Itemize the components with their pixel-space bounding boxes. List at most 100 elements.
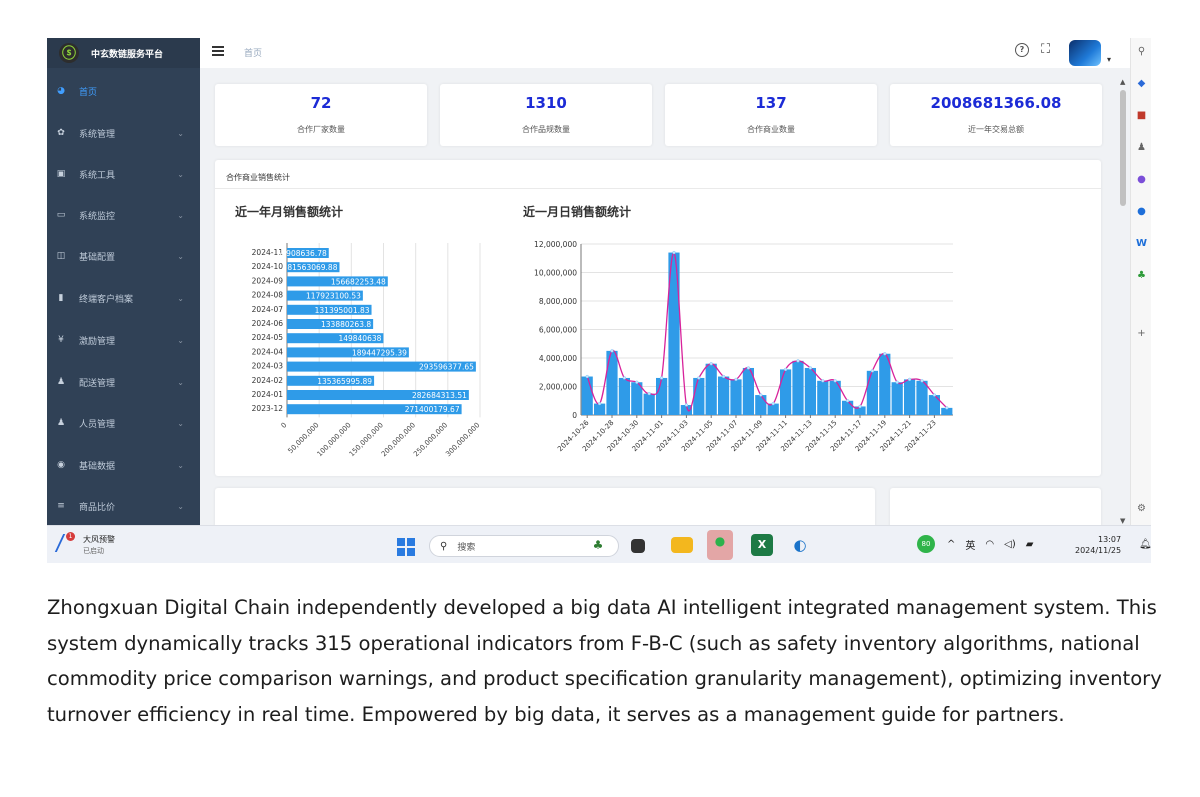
sidebar-item-8[interactable]: ♟ 人员管理 ⌄ — [47, 412, 200, 434]
sidebar-item-5[interactable]: ▮ 终端客户档案 ⌄ — [47, 287, 200, 309]
daily-sales-chart: 0 2,000,000 4,000,000 6,000,000 8,000,000 10,… — [534, 240, 953, 453]
briefcase-icon[interactable]: ■ — [1136, 110, 1147, 121]
x-tick-label: 50,000,000 — [287, 421, 321, 455]
y-tick-label: 2024-01 — [252, 390, 284, 399]
chevron-down-icon[interactable]: ⌄ — [177, 170, 184, 179]
scroll-up-icon[interactable]: ▲ — [1120, 78, 1125, 86]
scroll-down-icon[interactable]: ▼ — [1120, 517, 1125, 525]
volume-icon[interactable]: ◁) — [1004, 539, 1016, 550]
stat-label: 合作商业数量 — [747, 125, 795, 134]
warning-icon: 1 — [54, 532, 78, 552]
stat-value: 1310 — [525, 94, 567, 112]
sidebar-item-3[interactable]: ▭ 系统监控 ⌄ — [47, 204, 200, 226]
app-title: 中玄数链服务平台 — [91, 49, 164, 60]
sales-chart-panel: 合作商业销售统计 近一年月销售额统计 近一月日销售额统计 0 50,000,000… — [215, 160, 1101, 476]
bar — [643, 393, 655, 415]
x-tick-label: 0 — [280, 421, 289, 430]
sidebar-item-7[interactable]: ♟ 配送管理 ⌄ — [47, 371, 200, 393]
ime-indicator[interactable]: 英 — [965, 537, 975, 552]
outlook-icon[interactable]: ● — [1136, 206, 1147, 217]
tree-icon[interactable]: ♣ — [1136, 270, 1147, 281]
y-tick-label: 2024-04 — [252, 347, 284, 356]
chevron-down-icon[interactable]: ⌄ — [177, 211, 184, 220]
bar — [817, 380, 829, 415]
sidebar-item-10[interactable]: ≡ 商品比价 ⌄ — [47, 495, 200, 517]
user-icon: ♟ — [56, 377, 66, 387]
christmas-tree-icon[interactable]: ♣ — [587, 534, 609, 556]
clock[interactable]: 13:07 2024/11/25 — [1075, 534, 1121, 556]
chevron-down-icon[interactable]: ⌄ — [177, 419, 184, 428]
sidebar-item-6[interactable]: ¥ 激励管理 ⌄ — [47, 329, 200, 351]
bar — [904, 379, 916, 415]
stat-label: 近一年交易总额 — [968, 125, 1024, 134]
add-icon[interactable]: + — [1136, 328, 1147, 339]
wifi-icon[interactable]: ◠ — [985, 539, 994, 550]
user-icon: ♟ — [56, 418, 66, 428]
y-tick-label: 6,000,000 — [539, 326, 577, 335]
bar-value-label: 64908636.78 — [277, 249, 327, 258]
bar — [891, 382, 903, 415]
battery-icon[interactable]: ▰ — [1026, 539, 1034, 550]
bar-value-label: 131395001.83 — [315, 306, 370, 315]
bar — [581, 376, 593, 415]
line-point — [833, 379, 837, 383]
sidebar-item-0[interactable]: ◕ 首页 — [47, 80, 200, 102]
gear-icon: ✿ — [57, 128, 65, 138]
scroll-thumb[interactable] — [1120, 90, 1126, 206]
excel-icon[interactable]: X — [751, 534, 773, 556]
scrollbar[interactable]: ▲ ▼ — [1118, 78, 1128, 525]
wechat-icon[interactable]: ● — [707, 530, 733, 560]
app-logo[interactable]: ⓢ 中玄数链服务平台 — [47, 38, 200, 68]
person-icon[interactable]: ♟ — [1136, 142, 1147, 153]
chevron-down-icon[interactable]: ⌄ — [177, 502, 184, 511]
chevron-down-icon[interactable]: ▾ — [1107, 55, 1111, 64]
weather-warning[interactable]: 1 大风预警 已启动 — [54, 532, 115, 556]
line-point — [721, 374, 726, 379]
help-icon[interactable]: ? — [1015, 43, 1029, 57]
copilot-icon[interactable]: ● — [1136, 174, 1147, 185]
y-tick-label: 2024-02 — [252, 376, 284, 385]
warning-subtitle: 已启动 — [83, 547, 104, 555]
breadcrumb[interactable]: 首页 — [244, 46, 262, 59]
y-tick-label: 2024-06 — [252, 319, 284, 328]
word-icon[interactable]: W — [1136, 238, 1147, 249]
sidebar-item-1[interactable]: ✿ 系统管理 ⌄ — [47, 122, 200, 144]
notification-bell-icon[interactable]: 🔔︎ — [1139, 539, 1151, 550]
sidebar-item-label: 系统管理 — [79, 129, 116, 140]
bar — [879, 353, 891, 415]
folder-icon[interactable] — [671, 537, 693, 553]
edge-icon[interactable]: ◐ — [789, 534, 811, 556]
avatar[interactable]: ▾ — [1069, 40, 1111, 66]
daily-chart-title: 近一月日销售额统计 — [523, 205, 632, 219]
chevron-down-icon[interactable]: ⌄ — [177, 129, 184, 138]
chevron-down-icon[interactable]: ⌄ — [177, 378, 184, 387]
line-point — [622, 376, 627, 380]
security-badge[interactable]: 80 — [917, 535, 935, 553]
terminal-icon[interactable] — [631, 539, 645, 553]
bar-value-label: 117923100.53 — [306, 292, 361, 301]
bar — [718, 376, 730, 415]
bar-value-label: 133880263.8 — [321, 320, 371, 329]
chevron-up-icon[interactable]: ^ — [947, 539, 955, 550]
line-point — [845, 399, 850, 403]
settings-icon[interactable]: ⚙ — [1136, 503, 1147, 514]
windows-start-icon[interactable] — [397, 538, 415, 556]
fullscreen-icon[interactable]: ⛶ — [1041, 42, 1050, 57]
bar — [730, 379, 742, 415]
chevron-down-icon[interactable]: ⌄ — [177, 336, 184, 345]
sidebar-item-2[interactable]: ▣ 系统工具 ⌄ — [47, 163, 200, 185]
line-point — [610, 349, 614, 353]
bar-value-label: 189447295.39 — [352, 348, 407, 357]
sidebar-item-9[interactable]: ◉ 基础数据 ⌄ — [47, 454, 200, 476]
hamburger-icon[interactable] — [212, 46, 224, 57]
sidebar-item-4[interactable]: ◫ 基础配置 ⌄ — [47, 245, 200, 267]
chevron-down-icon[interactable]: ⌄ — [177, 252, 184, 261]
chevron-down-icon[interactable]: ⌄ — [177, 461, 184, 470]
chevron-down-icon[interactable]: ⌄ — [177, 294, 184, 303]
diamond-icon[interactable]: ◆ — [1136, 78, 1147, 89]
panel-title: 合作商业销售统计 — [226, 173, 290, 182]
line-point — [783, 367, 788, 372]
stat-card-partners: 137 合作商业数量 — [665, 84, 877, 146]
search-icon[interactable]: ⚲ — [1136, 46, 1147, 57]
stat-card-products: 1310 合作品规数量 — [440, 84, 652, 146]
